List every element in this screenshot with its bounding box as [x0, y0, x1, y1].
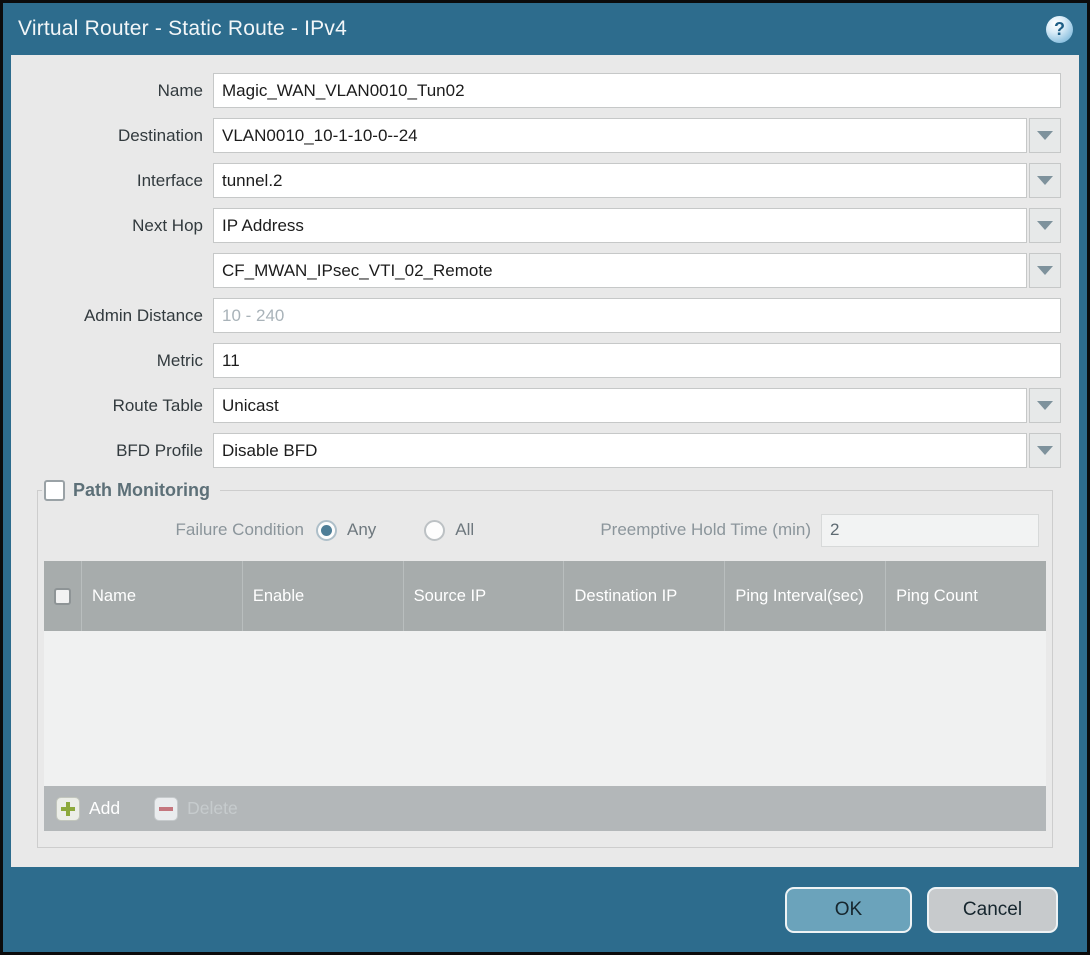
- failure-condition-all-label: All: [455, 520, 474, 540]
- table-header: Name Enable Source IP Destination IP Pin…: [44, 561, 1046, 631]
- destination-dropdown-button[interactable]: [1029, 118, 1061, 153]
- next-hop-type-dropdown-button[interactable]: [1029, 208, 1061, 243]
- failure-condition-any-radio[interactable]: [316, 520, 337, 541]
- path-monitoring-checkbox[interactable]: [44, 480, 65, 501]
- column-header-name[interactable]: Name: [81, 561, 242, 631]
- plus-icon: [56, 797, 80, 821]
- route-table-dropdown-button[interactable]: [1029, 388, 1061, 423]
- name-label: Name: [11, 81, 213, 101]
- preemptive-hold-time-input[interactable]: [821, 514, 1039, 547]
- column-header-ping-count[interactable]: Ping Count: [885, 561, 1046, 631]
- delete-button-label: Delete: [187, 798, 238, 819]
- admin-distance-label: Admin Distance: [11, 306, 213, 326]
- delete-button[interactable]: Delete: [154, 797, 238, 821]
- table-select-all-cell: [44, 561, 81, 631]
- chevron-down-icon: [1037, 131, 1053, 140]
- form-row-bfd-profile: BFD Profile: [11, 428, 1079, 473]
- form-row-next-hop: Next Hop: [11, 203, 1079, 248]
- dialog-body: Name Destination Interface: [11, 55, 1079, 867]
- select-all-checkbox[interactable]: [54, 588, 71, 605]
- form-row-route-table: Route Table: [11, 383, 1079, 428]
- add-button[interactable]: Add: [56, 797, 120, 821]
- failure-condition-row: Failure Condition Any All Preemptive Hol…: [51, 509, 1039, 551]
- destination-label: Destination: [11, 126, 213, 146]
- admin-distance-input[interactable]: [213, 298, 1061, 333]
- route-table-label: Route Table: [11, 396, 213, 416]
- path-monitoring-section: Path Monitoring Failure Condition Any Al…: [37, 480, 1053, 848]
- interface-dropdown-button[interactable]: [1029, 163, 1061, 198]
- table-toolbar: Add Delete: [44, 786, 1046, 831]
- form-row-interface: Interface: [11, 158, 1079, 203]
- interface-label: Interface: [11, 171, 213, 191]
- metric-label: Metric: [11, 351, 213, 371]
- dialog-titlebar: Virtual Router - Static Route - IPv4 ?: [3, 3, 1087, 55]
- next-hop-address-dropdown-button[interactable]: [1029, 253, 1061, 288]
- interface-input[interactable]: [213, 163, 1027, 198]
- next-hop-type-input[interactable]: [213, 208, 1027, 243]
- failure-condition-label: Failure Condition: [51, 520, 316, 540]
- dialog-title: Virtual Router - Static Route - IPv4: [18, 17, 347, 41]
- bfd-profile-input[interactable]: [213, 433, 1027, 468]
- help-icon[interactable]: ?: [1046, 16, 1073, 43]
- form-row-metric: Metric: [11, 338, 1079, 383]
- path-monitoring-table: Name Enable Source IP Destination IP Pin…: [44, 561, 1046, 831]
- route-table-input[interactable]: [213, 388, 1027, 423]
- metric-input[interactable]: [213, 343, 1061, 378]
- form-row-admin-distance: Admin Distance: [11, 293, 1079, 338]
- name-input[interactable]: [213, 73, 1061, 108]
- column-header-ping-interval[interactable]: Ping Interval(sec): [724, 561, 885, 631]
- path-monitoring-title: Path Monitoring: [73, 480, 210, 501]
- chevron-down-icon: [1037, 401, 1053, 410]
- minus-icon: [154, 797, 178, 821]
- failure-condition-all-radio[interactable]: [424, 520, 445, 541]
- table-body-empty: [44, 631, 1046, 786]
- chevron-down-icon: [1037, 446, 1053, 455]
- cancel-button[interactable]: Cancel: [927, 887, 1058, 933]
- path-monitoring-legend: Path Monitoring: [42, 480, 220, 501]
- dialog-window: Virtual Router - Static Route - IPv4 ? N…: [0, 0, 1090, 955]
- ok-button[interactable]: OK: [785, 887, 912, 933]
- preemptive-hold-time-label: Preemptive Hold Time (min): [600, 520, 821, 540]
- column-header-enable[interactable]: Enable: [242, 561, 403, 631]
- bfd-profile-dropdown-button[interactable]: [1029, 433, 1061, 468]
- next-hop-address-input[interactable]: [213, 253, 1027, 288]
- form-row-next-hop-address: [11, 248, 1079, 293]
- add-button-label: Add: [89, 798, 120, 819]
- form-row-destination: Destination: [11, 113, 1079, 158]
- next-hop-label: Next Hop: [11, 216, 213, 236]
- destination-input[interactable]: [213, 118, 1027, 153]
- column-header-destination-ip[interactable]: Destination IP: [563, 561, 724, 631]
- chevron-down-icon: [1037, 266, 1053, 275]
- dialog-footer: OK Cancel: [3, 867, 1087, 952]
- failure-condition-any-label: Any: [347, 520, 376, 540]
- chevron-down-icon: [1037, 221, 1053, 230]
- column-header-source-ip[interactable]: Source IP: [403, 561, 564, 631]
- chevron-down-icon: [1037, 176, 1053, 185]
- form-row-name: Name: [11, 68, 1079, 113]
- bfd-profile-label: BFD Profile: [11, 441, 213, 461]
